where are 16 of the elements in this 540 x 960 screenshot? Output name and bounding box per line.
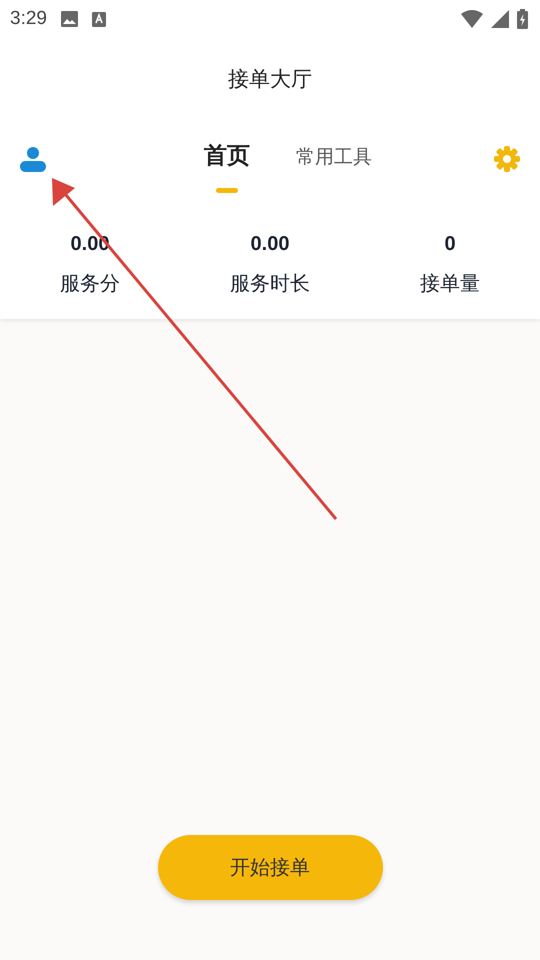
start-button[interactable]: 开始接单	[158, 835, 382, 900]
stat-label: 服务分	[60, 270, 120, 297]
tab[interactable]: 首页	[204, 142, 250, 202]
battery-icon	[517, 9, 528, 29]
user-icon[interactable]	[20, 146, 46, 172]
signal-icon	[491, 10, 509, 28]
page-title: 接单大厅	[228, 66, 312, 93]
stat-value: 0.00	[250, 233, 290, 256]
image-icon	[60, 11, 78, 27]
stat-value: 0	[444, 233, 456, 256]
wifi-icon	[461, 10, 483, 28]
stat-label: 接单量	[420, 270, 480, 297]
stat-label: 服务时长	[230, 270, 310, 297]
tab[interactable]: 常用工具	[296, 144, 372, 204]
status-time: 3:29	[10, 8, 47, 30]
keyboard-icon	[92, 12, 106, 26]
